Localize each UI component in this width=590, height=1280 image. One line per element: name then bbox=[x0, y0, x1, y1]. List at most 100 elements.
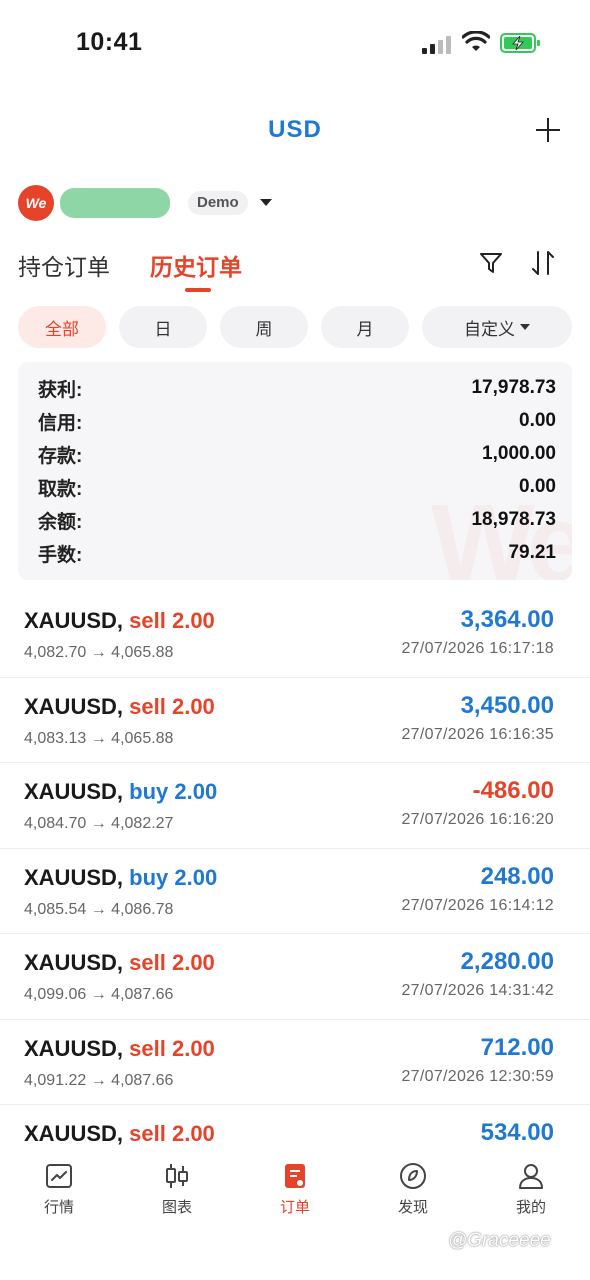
tab-open-orders[interactable]: 持仓订单 bbox=[18, 248, 110, 282]
nav-item-market[interactable]: 行情 bbox=[19, 1160, 99, 1224]
period-chip-label: 自定义 bbox=[464, 319, 515, 339]
order-prices: 4,083.13 → 4,065.88 bbox=[24, 729, 174, 747]
order-profit: 3,364.00 bbox=[460, 606, 554, 633]
summary-value: 79.21 bbox=[508, 542, 556, 563]
summary-row-credit: 信用: 0.00 bbox=[38, 406, 556, 436]
order-prices: 4,099.06 → 4,087.66 bbox=[24, 986, 174, 1003]
broker-logo: We bbox=[18, 185, 54, 221]
order-close-time: 27/07/2026 16:16:20 bbox=[401, 811, 554, 828]
order-symbol-line: XAUUSD, sell 2.00 bbox=[24, 1036, 215, 1062]
order-symbol-line: XAUUSD, sell 2.00 bbox=[24, 608, 215, 634]
chart-icon bbox=[166, 1164, 188, 1188]
order-volume: 2.00 bbox=[174, 864, 218, 890]
order-row[interactable]: XAUUSD, sell 2.00 4,082.70 → 4,065.88 3,… bbox=[0, 592, 590, 678]
period-chip-day[interactable]: 日 bbox=[119, 306, 207, 348]
order-side: buy bbox=[129, 779, 169, 804]
order-symbol-line: XAUUSD, sell 2.00 bbox=[24, 1121, 215, 1147]
order-row[interactable]: XAUUSD, sell 2.00 4,091.22 → 4,087.66 71… bbox=[0, 1020, 590, 1105]
order-prices: 4,091.22 → 4,087.66 bbox=[24, 1071, 174, 1089]
period-chip-month[interactable]: 月 bbox=[321, 306, 409, 348]
order-volume: 2.00 bbox=[171, 1035, 215, 1061]
order-row[interactable]: XAUUSD, buy 2.00 4,085.54 → 4,086.78 248… bbox=[0, 849, 590, 934]
order-side: sell bbox=[129, 693, 166, 719]
history-order-list: XAUUSD, sell 2.00 4,082.70 → 4,065.88 3,… bbox=[0, 592, 590, 1152]
order-prices: 4,082.70 → 4,065.88 bbox=[24, 644, 174, 661]
order-profit: 248.00 bbox=[480, 862, 554, 890]
order-symbol: XAUUSD, bbox=[24, 693, 124, 719]
summary-label: 信用: bbox=[38, 412, 83, 434]
order-side: sell bbox=[129, 608, 166, 633]
order-profit: 3,450.00 bbox=[460, 691, 554, 719]
order-profit: 534.00 bbox=[480, 1119, 554, 1146]
profile-icon bbox=[519, 1164, 543, 1189]
order-close-time: 27/07/2026 14:31:42 bbox=[401, 982, 554, 999]
order-row[interactable]: XAUUSD, buy 2.00 4,084.70 → 4,082.27 -48… bbox=[0, 763, 590, 849]
order-close-time: 27/07/2026 16:14:12 bbox=[401, 896, 554, 914]
market-icon bbox=[46, 1164, 72, 1188]
order-row[interactable]: XAUUSD, sell 2.00 4,099.06 → 4,087.66 2,… bbox=[0, 934, 590, 1020]
order-symbol: XAUUSD, bbox=[24, 1121, 124, 1146]
bottom-navigation: 行情 图表 订单 发现 我的 bbox=[0, 1150, 590, 1230]
summary-value: 17,978.73 bbox=[471, 377, 556, 398]
caret-down-icon[interactable] bbox=[260, 199, 272, 206]
image-watermark: @Graceeee bbox=[448, 1230, 551, 1251]
order-symbol: XAUUSD, bbox=[24, 864, 124, 890]
nav-label: 我的 bbox=[515, 1199, 546, 1216]
nav-item-discover[interactable]: 发现 bbox=[373, 1160, 453, 1224]
active-tab-indicator bbox=[185, 288, 211, 292]
summary-row-profit: 获利: 17,978.73 bbox=[38, 373, 556, 403]
nav-label: 发现 bbox=[397, 1199, 428, 1216]
period-chip-week[interactable]: 周 bbox=[220, 306, 308, 348]
add-button[interactable] bbox=[536, 118, 560, 142]
order-close-time: 27/07/2026 12:30:59 bbox=[401, 1067, 554, 1085]
discover-icon bbox=[400, 1163, 426, 1189]
period-chip-all[interactable]: 全部 bbox=[18, 306, 106, 348]
status-time: 10:41 bbox=[76, 28, 143, 56]
summary-label: 存款: bbox=[38, 445, 83, 467]
battery-charging-icon bbox=[500, 33, 540, 53]
order-volume: 2.00 bbox=[171, 608, 215, 633]
nav-label: 图表 bbox=[161, 1199, 192, 1216]
order-close-time: 27/07/2026 16:17:18 bbox=[401, 640, 554, 657]
order-row[interactable]: XAUUSD, sell 2.00 534.00 bbox=[0, 1105, 590, 1152]
period-chip-label: 全部 bbox=[45, 319, 79, 339]
period-filter: 全部 日 周 月 自定义 bbox=[18, 306, 574, 348]
account-selector[interactable]: We Demo bbox=[18, 184, 318, 222]
nav-item-orders[interactable]: 订单 bbox=[255, 1160, 335, 1224]
order-tabs: 持仓订单 历史订单 bbox=[0, 244, 590, 296]
order-symbol-line: XAUUSD, buy 2.00 bbox=[24, 779, 217, 805]
nav-item-chart[interactable]: 图表 bbox=[137, 1160, 217, 1224]
order-volume: 2.00 bbox=[174, 779, 218, 804]
order-side: sell bbox=[129, 1035, 166, 1061]
order-profit: 712.00 bbox=[480, 1033, 554, 1061]
wifi-icon bbox=[462, 31, 490, 51]
order-row[interactable]: XAUUSD, sell 2.00 4,083.13 → 4,065.88 3,… bbox=[0, 678, 590, 763]
order-side: buy bbox=[129, 864, 169, 890]
period-chip-custom[interactable]: 自定义 bbox=[422, 306, 572, 348]
sort-icon[interactable] bbox=[531, 250, 555, 276]
order-close-time: 27/07/2026 16:16:35 bbox=[401, 725, 554, 743]
header: USD bbox=[0, 100, 590, 164]
order-symbol-line: XAUUSD, buy 2.00 bbox=[24, 865, 217, 891]
summary-label: 余额: bbox=[38, 511, 83, 533]
cellular-signal-icon bbox=[422, 34, 452, 54]
order-profit: -486.00 bbox=[472, 777, 554, 804]
order-volume: 2.00 bbox=[171, 1121, 215, 1146]
period-chip-label: 日 bbox=[154, 319, 172, 339]
nav-item-profile[interactable]: 我的 bbox=[491, 1160, 571, 1224]
summary-label: 手数: bbox=[38, 544, 83, 566]
tab-history-orders[interactable]: 历史订单 bbox=[150, 248, 242, 282]
order-symbol: XAUUSD, bbox=[24, 779, 124, 804]
summary-value: 0.00 bbox=[519, 476, 556, 497]
order-side: sell bbox=[129, 950, 166, 975]
order-profit: 2,280.00 bbox=[460, 948, 554, 975]
summary-row-lots: 手数: 79.21 bbox=[38, 538, 556, 568]
order-side: sell bbox=[129, 1121, 166, 1146]
summary-label: 获利: bbox=[38, 379, 83, 401]
order-prices: 4,084.70 → 4,082.27 bbox=[24, 815, 174, 832]
page-title: USD bbox=[268, 116, 322, 143]
nav-label: 行情 bbox=[43, 1199, 74, 1216]
order-symbol-line: XAUUSD, sell 2.00 bbox=[24, 694, 215, 720]
order-volume: 2.00 bbox=[171, 693, 215, 719]
filter-icon[interactable] bbox=[479, 252, 503, 274]
